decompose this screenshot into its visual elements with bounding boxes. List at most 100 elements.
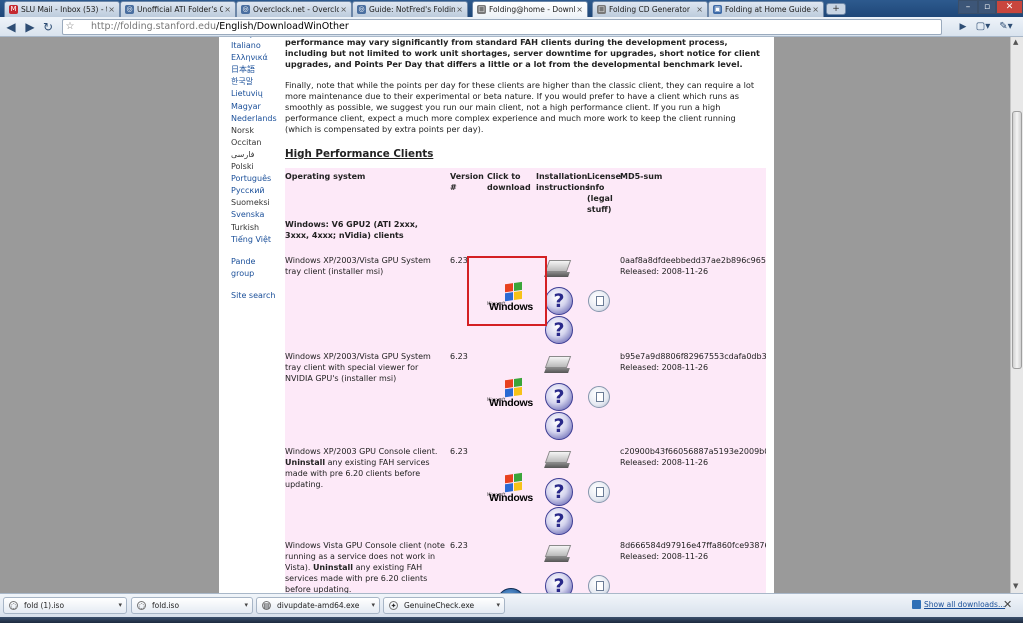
windows-logo-icon[interactable]: Microsoft Windows xyxy=(485,472,541,512)
language-link[interactable]: Português xyxy=(231,173,281,185)
star-icon[interactable]: ☆ xyxy=(62,19,78,35)
browser-tab[interactable]: ◎Overclock.net - Overcloc...× xyxy=(236,1,352,17)
drive-icon[interactable] xyxy=(544,258,573,280)
tab-title: SLU Mail - Inbox (53) - tn... xyxy=(21,5,107,14)
language-link: Occitan xyxy=(231,137,262,147)
header-download: Click to download xyxy=(487,172,531,192)
license-document-icon[interactable] xyxy=(588,290,610,312)
tab-title: Overclock.net - Overcloc... xyxy=(253,5,339,14)
scroll-down-icon[interactable]: ▼ xyxy=(1013,582,1018,590)
scrollbar-thumb[interactable] xyxy=(1012,111,1022,369)
tab-strip: MSLU Mail - Inbox (53) - tn...×◎Unoffici… xyxy=(0,0,1023,17)
help-icon[interactable]: ? xyxy=(545,383,573,411)
drive-icon[interactable] xyxy=(544,449,573,471)
favicon-icon: □ xyxy=(477,5,486,14)
license-document-icon[interactable] xyxy=(588,386,610,408)
go-arrow-icon[interactable]: ▶ xyxy=(955,19,971,35)
group-heading: Windows: V6 GPU2 (ATI 2xxx, 3xxx, 4xxx; … xyxy=(285,220,418,240)
language-link[interactable]: Ελληνικά xyxy=(231,52,281,64)
chevron-down-icon[interactable]: ▾ xyxy=(118,598,122,613)
help-icon[interactable]: ? xyxy=(545,316,573,344)
windows-logo-icon[interactable]: Microsoft Windows xyxy=(485,377,541,417)
version-cell: 6.23 xyxy=(450,447,468,456)
tab-close-icon[interactable]: × xyxy=(108,2,115,17)
download-filename: divupdate-amd64.exe xyxy=(277,601,360,610)
language-link[interactable]: 日本語 xyxy=(231,64,281,76)
md5-value: c20900b43f66056887a5193e2009b090 xyxy=(620,447,766,456)
tab-close-icon[interactable]: × xyxy=(224,2,231,17)
tab-close-icon[interactable]: × xyxy=(340,2,347,17)
scroll-up-icon[interactable]: ▲ xyxy=(1013,38,1018,46)
language-link[interactable]: Lietuvių xyxy=(231,88,281,100)
drive-icon[interactable] xyxy=(544,543,573,565)
toolbar: ◀ ▶ ↻ ☆ http://folding.stanford.edu/Engl… xyxy=(0,17,1023,37)
download-item[interactable]: ◌ fold.iso ▾ xyxy=(131,597,253,614)
browser-tab[interactable]: ▣Folding at Home Guide p...× xyxy=(708,1,824,17)
release-date: Released: 2008-11-26 xyxy=(620,267,709,276)
chevron-down-icon[interactable]: ▾ xyxy=(496,598,500,613)
close-shelf-icon[interactable]: ✕ xyxy=(1003,598,1012,611)
chevron-down-icon[interactable]: ▾ xyxy=(244,598,248,613)
language-link[interactable]: 한국말 xyxy=(231,76,281,88)
vertical-scrollbar[interactable]: ▲ ▼ xyxy=(1010,37,1023,593)
minimize-button[interactable]: – xyxy=(958,0,978,14)
tab-close-icon[interactable]: × xyxy=(812,2,819,17)
license-document-icon[interactable] xyxy=(588,575,610,593)
address-bar[interactable]: http://folding.stanford.edu/English/Down… xyxy=(62,19,942,35)
forward-arrow-icon[interactable]: ▶ xyxy=(22,19,38,35)
download-item[interactable]: ◌ fold (1).iso ▾ xyxy=(3,597,127,614)
help-icon[interactable]: ? xyxy=(545,507,573,535)
taskbar xyxy=(0,617,1023,623)
language-link: فارسی xyxy=(231,149,255,159)
downloads-icon xyxy=(912,600,921,609)
favicon-icon: ▣ xyxy=(713,5,722,14)
back-arrow-icon[interactable]: ◀ xyxy=(3,19,19,35)
chevron-down-icon[interactable]: ▾ xyxy=(371,598,375,613)
site-search-link[interactable]: Site search xyxy=(231,290,281,302)
tab-close-icon[interactable]: × xyxy=(696,2,703,17)
language-link[interactable]: Tiếng Việt xyxy=(231,234,281,246)
show-all-downloads-link[interactable]: Show all downloads... xyxy=(912,600,1005,609)
browser-tab[interactable]: □ Folding CD Generator × xyxy=(592,1,708,17)
md5-cell: 0aaf8a8dfdeebbedd37ae2b896c965f5 Released… xyxy=(620,255,766,277)
close-window-button[interactable]: ✕ xyxy=(996,0,1023,14)
page-viewport: FrançaisItalianoΕλληνικά日本語한국말LietuviųMa… xyxy=(0,37,1010,593)
browser-tab[interactable]: □Folding@home - Downlo...× xyxy=(472,1,588,17)
reload-icon[interactable]: ↻ xyxy=(40,19,56,35)
wrench-menu-icon[interactable]: ✎▾ xyxy=(998,19,1014,35)
page-body: FrançaisItalianoΕλληνικά日本語한국말LietuviųMa… xyxy=(219,37,774,593)
highlight-box xyxy=(467,256,547,326)
favicon-icon: ◎ xyxy=(125,5,134,14)
language-link[interactable]: Magyar xyxy=(231,101,281,113)
browser-tab[interactable]: ◎Guide: NotFred's Folding ...× xyxy=(352,1,468,17)
language-link[interactable]: Italiano xyxy=(231,40,281,52)
version-cell: 6.23 xyxy=(450,541,468,550)
browser-tab[interactable]: ◎Unofficial ATI Folder's Cl...× xyxy=(120,1,236,17)
new-tab-button[interactable]: + xyxy=(826,3,846,15)
windows-text: Windows xyxy=(489,397,533,409)
os-description: Windows XP/2003/Vista GPU System tray cl… xyxy=(285,255,445,277)
browser-tab[interactable]: MSLU Mail - Inbox (53) - tn...× xyxy=(4,1,120,17)
drive-icon[interactable] xyxy=(544,354,573,376)
maximize-button[interactable]: ▫ xyxy=(978,0,996,14)
download-item[interactable]: ▤ divupdate-amd64.exe ▾ xyxy=(256,597,380,614)
help-icon[interactable]: ? xyxy=(545,287,573,315)
help-icon[interactable]: ? xyxy=(545,478,573,506)
table-row: Windows XP/2003/Vista GPU System tray cl… xyxy=(285,351,766,446)
language-link[interactable]: Русский xyxy=(231,185,281,197)
tab-close-icon[interactable]: × xyxy=(456,2,463,17)
md5-value: 0aaf8a8dfdeebbedd37ae2b896c965f5 xyxy=(620,256,766,265)
help-icon[interactable]: ? xyxy=(545,412,573,440)
md5-cell: b95e7a9d8806f82967553cdafa0db354 Released… xyxy=(620,351,766,373)
header-license: License info (legal stuff) xyxy=(587,172,621,214)
page-menu-icon[interactable]: ▢▾ xyxy=(975,19,991,35)
help-icon[interactable]: ? xyxy=(545,572,573,593)
tab-close-icon[interactable]: × xyxy=(576,2,583,17)
language-link[interactable]: Svenska xyxy=(231,209,281,221)
download-item[interactable]: ✦ GenuineCheck.exe ▾ xyxy=(383,597,505,614)
pande-group-link[interactable]: Pande group xyxy=(231,256,261,280)
license-document-icon[interactable] xyxy=(588,481,610,503)
language-link[interactable]: Nederlands xyxy=(231,113,281,125)
release-date: Released: 2008-11-26 xyxy=(620,363,709,372)
md5-value: 8d666584d97916e47ffa860fce93876e xyxy=(620,541,766,550)
